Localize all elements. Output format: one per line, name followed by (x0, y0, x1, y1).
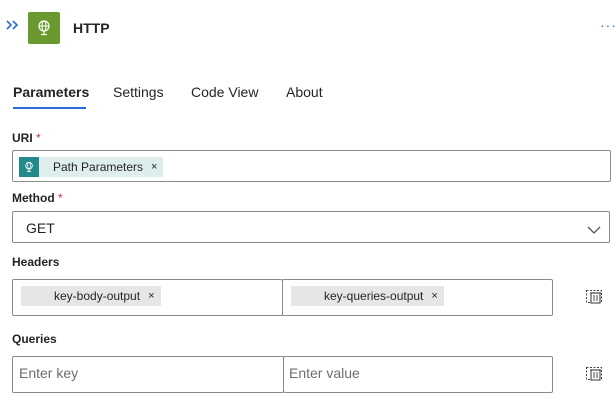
tab-parameters[interactable]: Parameters (13, 83, 89, 101)
method-dropdown[interactable]: GET (12, 211, 610, 243)
header-key-field[interactable]: key-body-output × (12, 279, 283, 316)
token-label: key-body-output (54, 289, 141, 303)
path-parameters-token[interactable]: Path Parameters × (19, 157, 164, 177)
more-options-button[interactable]: ··· (600, 18, 616, 32)
chevron-down-icon (587, 222, 601, 240)
uri-label-text: URI (12, 131, 33, 145)
delete-query-row-button[interactable] (584, 363, 604, 383)
globe-icon (38, 20, 50, 36)
required-mark: * (36, 131, 41, 145)
active-tab-indicator (13, 107, 86, 109)
http-app-icon (28, 12, 60, 44)
tab-settings[interactable]: Settings (113, 83, 164, 101)
token-label: Path Parameters (53, 160, 144, 174)
expand-panel-icon[interactable] (5, 18, 21, 36)
tab-about[interactable]: About (286, 83, 323, 101)
key-queries-output-token[interactable]: key-queries-output × (291, 286, 444, 306)
key-body-output-token[interactable]: key-body-output × (21, 286, 161, 306)
method-label-text: Method (12, 191, 55, 205)
queries-label: Queries (12, 332, 57, 346)
query-key-input[interactable]: Enter key (12, 356, 284, 393)
delete-row-icon (586, 367, 602, 381)
delete-row-icon (586, 290, 602, 304)
method-label: Method * (12, 191, 63, 205)
delete-header-row-button[interactable] (584, 286, 604, 306)
remove-token-button[interactable]: × (148, 290, 154, 302)
tab-code-view[interactable]: Code View (191, 83, 258, 101)
panel-title: HTTP (73, 20, 110, 36)
query-value-input[interactable]: Enter value (283, 356, 553, 393)
method-selected-value: GET (26, 220, 55, 236)
query-value-placeholder: Enter value (289, 365, 360, 381)
query-key-placeholder: Enter key (19, 365, 79, 381)
remove-token-button[interactable]: × (431, 290, 437, 302)
header-value-field[interactable]: key-queries-output × (282, 279, 553, 316)
remove-token-button[interactable]: × (151, 161, 157, 173)
required-mark: * (58, 191, 63, 205)
uri-label: URI * (12, 131, 41, 145)
token-label: key-queries-output (324, 289, 424, 303)
globe-icon (19, 157, 39, 177)
headers-label: Headers (12, 255, 60, 269)
uri-field[interactable]: Path Parameters × (12, 150, 611, 182)
